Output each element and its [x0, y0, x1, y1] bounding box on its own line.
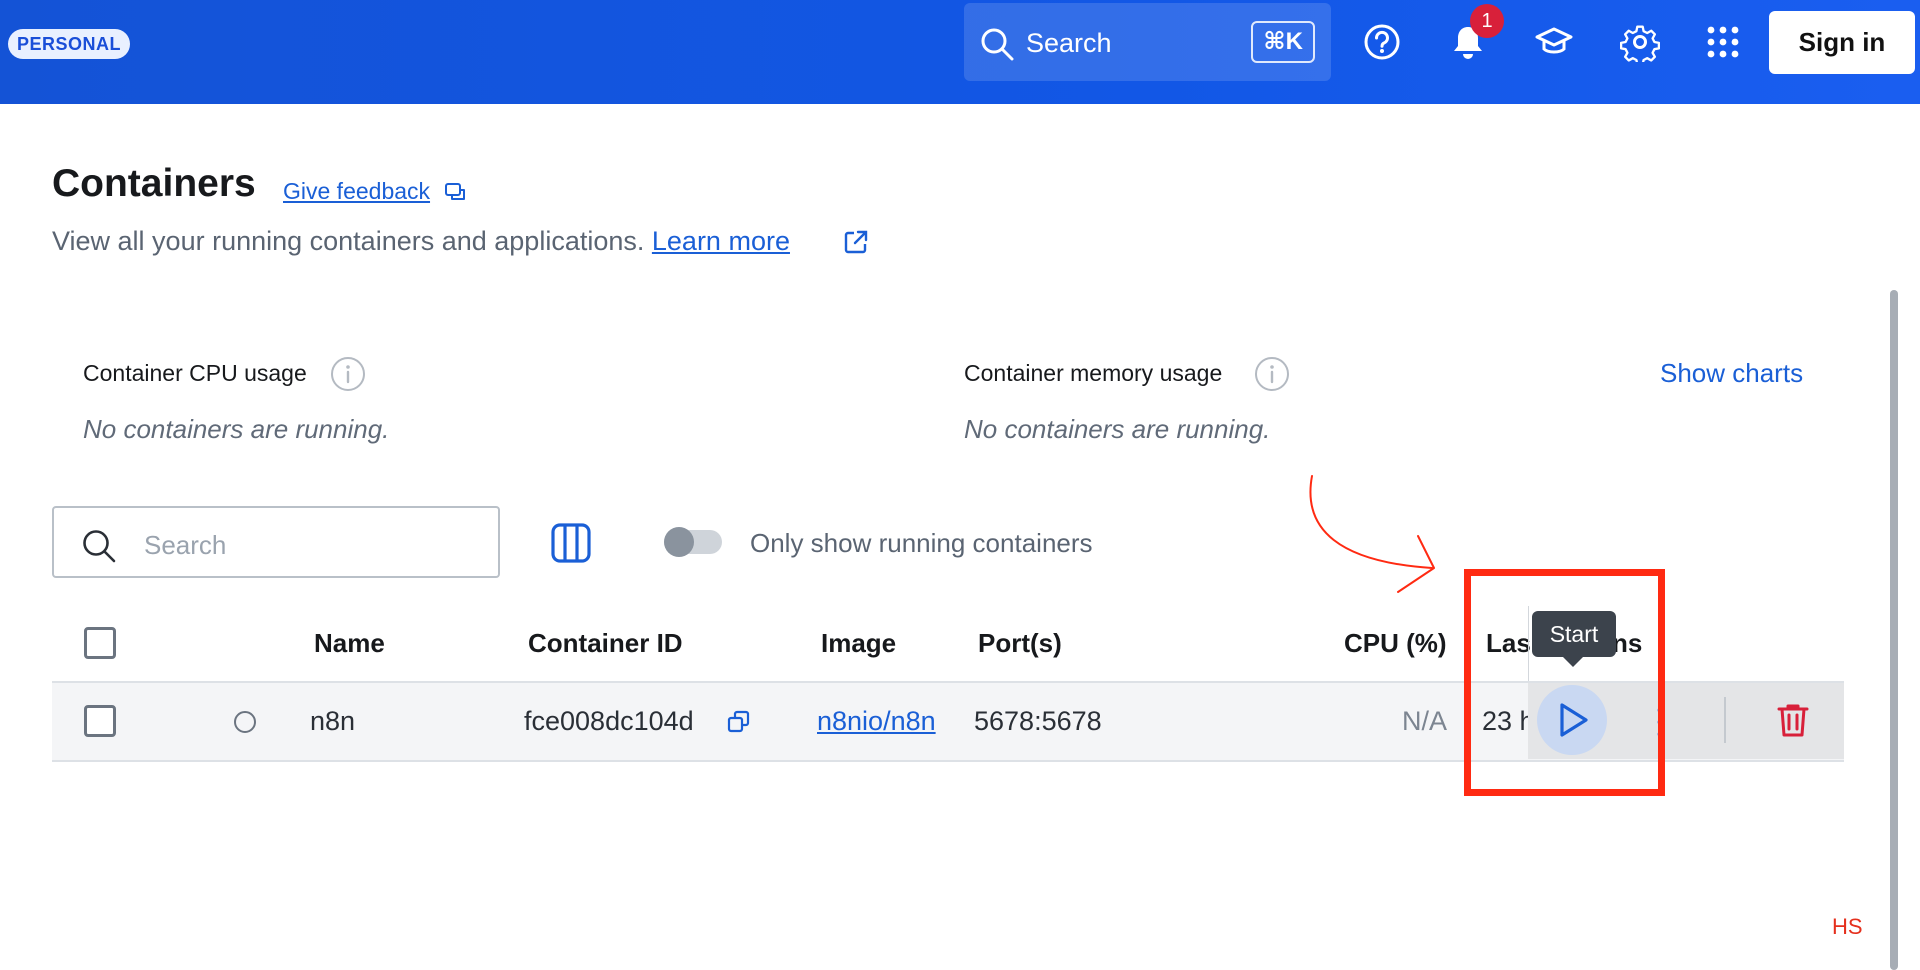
external-link-icon[interactable]: [843, 229, 869, 255]
settings-icon[interactable]: [1620, 22, 1660, 62]
scrollbar-thumb[interactable]: [1890, 290, 1898, 970]
personal-badge[interactable]: PERSONAL: [8, 29, 131, 59]
learning-center-icon[interactable]: [1534, 22, 1574, 62]
delete-icon[interactable]: [1776, 702, 1810, 738]
memory-empty-state: No containers are running.: [964, 414, 1271, 444]
annotation-highlight-box: [1464, 569, 1665, 796]
actions-divider: [1724, 697, 1726, 743]
subtitle-text: View all your running containers and app…: [52, 226, 645, 256]
give-feedback-link[interactable]: Give feedback: [283, 178, 430, 205]
container-status-indicator: [234, 711, 256, 733]
search-shortcut: ⌘K: [1251, 21, 1315, 63]
feedback-icon[interactable]: [444, 180, 468, 204]
container-name[interactable]: n8n: [310, 706, 355, 737]
global-search-placeholder: Search: [1026, 28, 1112, 58]
running-only-toggle-knob[interactable]: [664, 527, 694, 557]
container-search-input[interactable]: Search: [52, 506, 500, 578]
global-search[interactable]: Search ⌘K: [964, 3, 1331, 81]
sign-in-button[interactable]: Sign in: [1769, 11, 1915, 74]
cpu-empty-state: No containers are running.: [83, 414, 390, 444]
copy-icon[interactable]: [726, 709, 752, 735]
annotation-mark: HS: [1832, 914, 1863, 939]
column-header-cpu[interactable]: CPU (%): [1344, 628, 1447, 659]
column-header-ports[interactable]: Port(s): [978, 628, 1062, 659]
cpu-info-icon[interactable]: [330, 356, 366, 392]
container-search-placeholder: Search: [144, 530, 227, 560]
annotation-arrow: [1309, 475, 1435, 593]
memory-usage-label: Container memory usage: [964, 360, 1223, 386]
page-subtitle: View all your running containers and app…: [52, 226, 790, 257]
apps-grid-icon[interactable]: [1703, 22, 1743, 62]
container-cpu: N/A: [1402, 706, 1448, 736]
column-header-container-id[interactable]: Container ID: [528, 628, 683, 659]
running-only-label: Only show running containers: [750, 528, 1093, 558]
column-header-name[interactable]: Name: [314, 628, 385, 659]
search-icon: [83, 530, 116, 563]
cpu-usage-label: Container CPU usage: [83, 360, 307, 386]
memory-info-icon[interactable]: [1254, 356, 1290, 392]
container-image-cell: n8nio/n8n: [817, 706, 936, 737]
column-header-image[interactable]: Image: [821, 628, 896, 659]
page-title: Containers: [52, 162, 256, 205]
row-checkbox[interactable]: [84, 705, 116, 737]
select-all-checkbox[interactable]: [84, 627, 116, 659]
top-bar: PERSONAL Search ⌘K 1 Sign in: [0, 0, 1920, 104]
notification-count: 1: [1470, 4, 1504, 38]
container-id: fce008dc104d: [524, 706, 694, 736]
container-ports[interactable]: 5678:5678: [974, 706, 1102, 737]
columns-icon[interactable]: [550, 522, 592, 564]
help-icon[interactable]: [1362, 22, 1402, 62]
learn-more-link[interactable]: Learn more: [652, 226, 790, 256]
container-image-link[interactable]: n8nio/n8n: [817, 706, 936, 736]
search-icon: [981, 28, 1014, 61]
show-charts-link[interactable]: Show charts: [1660, 358, 1803, 389]
